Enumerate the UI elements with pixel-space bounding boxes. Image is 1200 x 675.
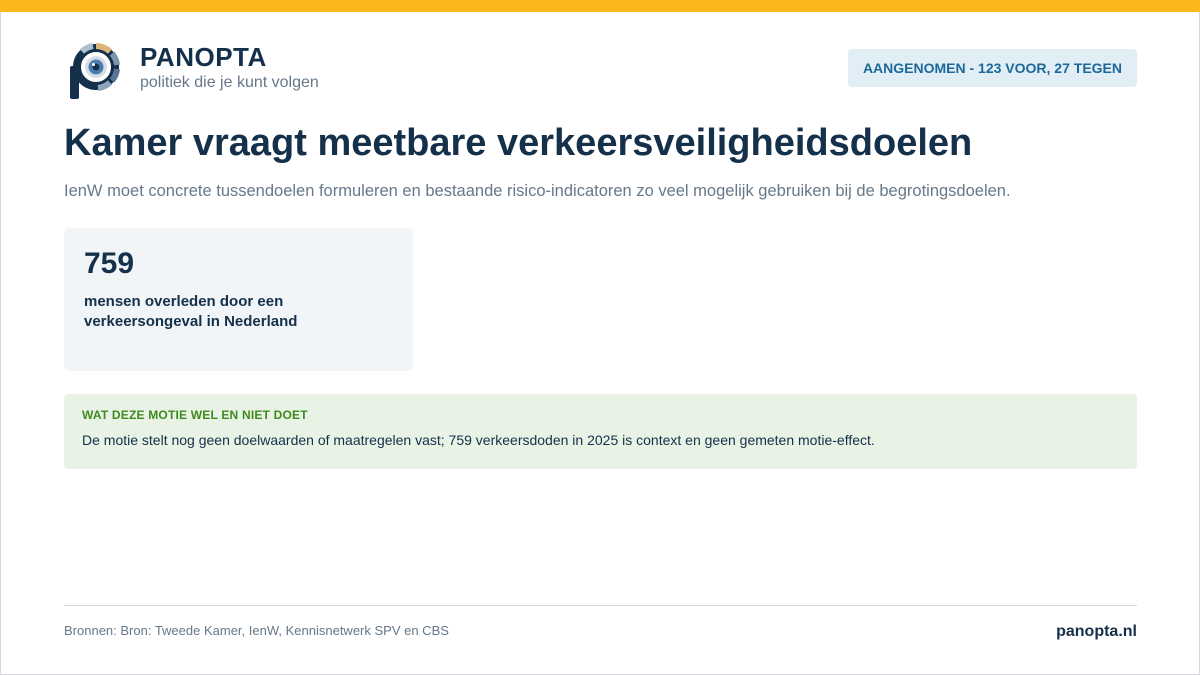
site-link[interactable]: panopta.nl — [1056, 623, 1137, 641]
note-heading: WAT DEZE MOTIE WEL EN NIET DOET — [82, 408, 308, 422]
brand-name: PANOPTA — [140, 42, 267, 72]
motion-note-box: WAT DEZE MOTIE WEL EN NIET DOET De motie… — [64, 394, 1137, 469]
brand-tagline: politiek die je kunt volgen — [140, 74, 319, 91]
status-badge: AANGENOMEN - 123 VOOR, 27 TEGEN — [847, 49, 1137, 87]
panopta-eye-logo-icon — [70, 43, 120, 99]
note-text: De motie stelt nog geen doelwaarden of m… — [82, 432, 875, 448]
sources-text: Bronnen: Bron: Tweede Kamer, IenW, Kenni… — [64, 623, 449, 638]
page-title: Kamer vraagt meetbare verkeersveiligheid… — [64, 122, 973, 164]
stat-label: mensen overleden door een verkeersongeva… — [84, 293, 298, 330]
stat-card: 759 mensen overleden door een verkeerson… — [64, 228, 413, 371]
top-accent-bar — [0, 0, 1200, 12]
page-subtitle: IenW moet concrete tussendoelen formuler… — [64, 182, 1011, 200]
stat-value: 759 — [84, 247, 135, 280]
footer-divider — [64, 605, 1137, 606]
